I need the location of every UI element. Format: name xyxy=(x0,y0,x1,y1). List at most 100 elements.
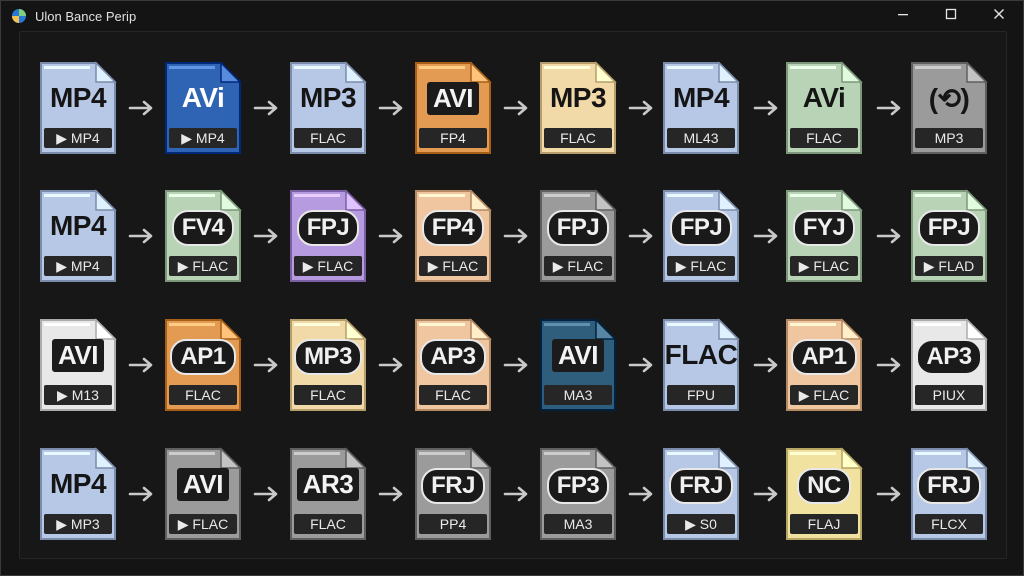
target-format-badge: FLAC xyxy=(294,128,362,148)
file-tile[interactable]: AVI MA3 xyxy=(538,317,618,413)
target-format-badge: FLAJ xyxy=(790,514,858,534)
target-format-badge: ▶ FLAC xyxy=(667,256,735,276)
file-tile[interactable]: AP1 FLAC xyxy=(163,317,243,413)
target-format-badge: PIUX xyxy=(915,385,983,405)
file-format-label: AVi xyxy=(181,82,225,113)
target-format-badge: FLAC xyxy=(544,128,612,148)
file-tile[interactable]: MP4 ▶ MP4 xyxy=(38,188,118,284)
file-format-label: FLAC xyxy=(664,339,738,370)
target-format-badge: PP4 xyxy=(419,514,487,534)
file-format-label: AP1 xyxy=(784,339,864,375)
file-tile[interactable]: AP3 FLAC xyxy=(413,317,493,413)
file-format-label: AVI xyxy=(163,468,243,501)
target-format-badge: FLCX xyxy=(915,514,983,534)
file-tile[interactable]: FPJ ▶ FLAD xyxy=(909,188,989,284)
file-tile[interactable]: AR3 FLAC xyxy=(288,446,368,542)
arrow-right-icon xyxy=(376,355,406,375)
target-format-badge: ▶ FLAD xyxy=(915,256,983,276)
target-format-badge: MA3 xyxy=(544,385,612,405)
file-tile[interactable]: FP4 ▶ FLAC xyxy=(413,188,493,284)
file-tile[interactable]: AVI FP4 xyxy=(413,60,493,156)
target-format-badge: ▶ M13 xyxy=(44,385,112,405)
target-format-badge: ML43 xyxy=(667,128,735,148)
file-tile[interactable]: NC FLAJ xyxy=(784,446,864,542)
target-format-badge: ▶ MP3 xyxy=(44,514,112,534)
file-tile[interactable]: FRJ ▶ S0 xyxy=(661,446,741,542)
target-format-badge: FLAC xyxy=(169,385,237,405)
file-tile[interactable]: FLAC FPU xyxy=(661,317,741,413)
file-format-label: MP4 xyxy=(672,82,730,113)
target-format-badge: MA3 xyxy=(544,514,612,534)
file-format-label: FP4 xyxy=(413,210,493,246)
file-tile[interactable]: MP3 FLAC xyxy=(288,60,368,156)
file-format-label: FRJ xyxy=(413,468,493,504)
target-format-badge: ▶ FLAC xyxy=(294,256,362,276)
file-tile[interactable]: MP4 ▶ MP4 xyxy=(38,60,118,156)
file-tile[interactable]: AVi FLAC xyxy=(784,60,864,156)
arrow-right-icon xyxy=(751,484,781,504)
window-controls xyxy=(879,1,1023,31)
arrow-right-icon xyxy=(626,484,656,504)
target-format-badge: ▶ FLAC xyxy=(544,256,612,276)
window-title: Ulon Bance Perip xyxy=(35,8,137,24)
file-format-label: FPJ xyxy=(288,210,368,246)
file-tile[interactable]: FPJ ▶ FLAC xyxy=(538,188,618,284)
arrow-right-icon xyxy=(251,98,281,118)
target-format-badge: ▶ FLAC xyxy=(169,256,237,276)
arrow-right-icon xyxy=(874,226,904,246)
arrow-right-icon xyxy=(626,355,656,375)
arrow-right-icon xyxy=(376,484,406,504)
file-format-label: FPJ xyxy=(538,210,618,246)
arrow-right-icon xyxy=(126,355,156,375)
target-format-badge: ▶ MP4 xyxy=(169,128,237,148)
file-format-label: FYJ xyxy=(784,210,864,246)
file-tile[interactable]: FYJ ▶ FLAC xyxy=(784,188,864,284)
arrow-right-icon xyxy=(874,484,904,504)
file-tile[interactable]: AVI ▶ FLAC xyxy=(163,446,243,542)
minimize-button[interactable] xyxy=(879,1,927,31)
file-tile[interactable]: AP3 PIUX xyxy=(909,317,989,413)
file-format-label: NC xyxy=(784,468,864,504)
arrow-right-icon xyxy=(501,484,531,504)
target-format-badge: FLAC xyxy=(790,128,858,148)
file-format-label: FRJ xyxy=(909,468,989,504)
file-tile[interactable]: AVI ▶ M13 xyxy=(38,317,118,413)
file-tile[interactable]: AVi ▶ MP4 xyxy=(163,60,243,156)
file-tile[interactable]: MP3 FLAC xyxy=(288,317,368,413)
arrow-right-icon xyxy=(626,226,656,246)
file-tile[interactable]: FPJ ▶ FLAC xyxy=(661,188,741,284)
file-tile[interactable]: (⟲) MP3 xyxy=(909,60,989,156)
file-tile[interactable]: FPJ ▶ FLAC xyxy=(288,188,368,284)
target-format-badge: ▶ MP4 xyxy=(44,256,112,276)
file-format-label: (⟲) xyxy=(928,83,970,114)
file-tile[interactable]: FP3 MA3 xyxy=(538,446,618,542)
arrow-right-icon xyxy=(376,98,406,118)
conversion-row: MP4 ▶ MP4 AVi ▶ MP4 MP3 FLAC AVI FP4 MP3 FLAC MP4 M… xyxy=(20,60,1006,170)
file-tile[interactable]: FV4 ▶ FLAC xyxy=(163,188,243,284)
file-tile[interactable]: MP3 FLAC xyxy=(538,60,618,156)
arrow-right-icon xyxy=(501,355,531,375)
file-tile[interactable]: FRJ PP4 xyxy=(413,446,493,542)
file-format-label: FV4 xyxy=(163,210,243,246)
arrow-right-icon xyxy=(874,355,904,375)
arrow-right-icon xyxy=(751,226,781,246)
target-format-badge: FLAC xyxy=(294,514,362,534)
maximize-button[interactable] xyxy=(927,1,975,31)
target-format-badge: ▶ S0 xyxy=(667,514,735,534)
file-format-label: AR3 xyxy=(288,468,368,501)
arrow-right-icon xyxy=(751,355,781,375)
file-tile[interactable]: AP1 ▶ FLAC xyxy=(784,317,864,413)
file-tile[interactable]: FRJ FLCX xyxy=(909,446,989,542)
file-format-label: MP3 xyxy=(288,339,368,375)
target-format-badge: ▶ FLAC xyxy=(790,385,858,405)
close-button[interactable] xyxy=(975,1,1023,31)
file-tile[interactable]: MP4 ML43 xyxy=(661,60,741,156)
app-window: Ulon Bance Perip MP4 ▶ MP4 AVi ▶ MP4 MP3 FLAC… xyxy=(0,0,1024,576)
target-format-badge: ▶ FLAC xyxy=(790,256,858,276)
target-format-badge: MP3 xyxy=(915,128,983,148)
arrow-right-icon xyxy=(126,226,156,246)
file-format-label: AP3 xyxy=(909,339,989,375)
arrow-right-icon xyxy=(251,484,281,504)
file-tile[interactable]: MP4 ▶ MP3 xyxy=(38,446,118,542)
file-format-label: AVi xyxy=(802,82,846,113)
